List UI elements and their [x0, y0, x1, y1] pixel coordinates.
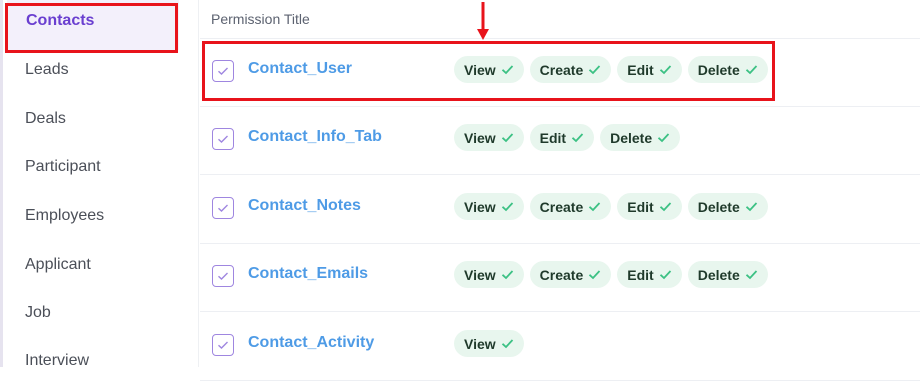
sidebar-item-employees[interactable]: Employees: [25, 207, 104, 225]
permission-chip-edit[interactable]: Edit: [617, 261, 682, 288]
sidebar-nav: Contacts Leads Deals Participant Employe…: [0, 0, 190, 370]
permission-chip-create[interactable]: Create: [529, 193, 612, 220]
permission-chips: View Create Edit Delete: [454, 261, 768, 288]
permission-chip-delete[interactable]: Delete: [687, 193, 768, 220]
permission-name[interactable]: Contact_Activity: [248, 334, 374, 352]
sidebar-item-contacts[interactable]: Contacts: [7, 0, 179, 50]
sidebar-item-deals[interactable]: Deals: [25, 110, 66, 128]
check-icon: [501, 64, 514, 75]
check-icon: [745, 64, 758, 75]
permission-chip-create[interactable]: Create: [529, 261, 612, 288]
check-square-icon[interactable]: [212, 128, 234, 150]
permission-name[interactable]: Contact_User: [248, 60, 352, 78]
permission-chip-edit[interactable]: Edit: [529, 124, 595, 151]
check-icon: [501, 269, 514, 280]
check-icon: [588, 201, 601, 212]
sidebar-item-applicant[interactable]: Applicant: [25, 256, 91, 274]
check-icon: [588, 269, 601, 280]
chip-label: View: [464, 335, 496, 352]
permission-row: Contact_User View Create Edit Delete: [200, 39, 920, 107]
check-icon: [657, 132, 670, 143]
check-icon: [501, 132, 514, 143]
chip-label: Delete: [610, 129, 653, 146]
permission-chips: View: [454, 330, 524, 357]
permission-chip-view[interactable]: View: [454, 261, 524, 288]
check-square-icon[interactable]: [212, 197, 234, 219]
arrow-down-icon: [477, 2, 489, 40]
chip-label: View: [464, 198, 496, 215]
sidebar-item-job[interactable]: Job: [25, 304, 51, 322]
sidebar-divider: [198, 0, 199, 367]
chip-label: Edit: [627, 266, 654, 283]
check-icon: [659, 201, 672, 212]
check-icon: [745, 269, 758, 280]
check-square-icon[interactable]: [212, 265, 234, 287]
chip-label: Delete: [697, 198, 740, 215]
chip-label: Create: [539, 198, 584, 215]
permission-chip-delete[interactable]: Delete: [687, 56, 768, 83]
row-divider: [200, 311, 920, 312]
permission-chip-view[interactable]: View: [454, 56, 524, 83]
permission-name[interactable]: Contact_Info_Tab: [248, 128, 382, 146]
permission-chips: View Create Edit Delete: [454, 56, 768, 83]
check-square-icon[interactable]: [212, 60, 234, 82]
chip-label: Create: [539, 266, 584, 283]
permission-title-header: Permission Title: [211, 11, 310, 27]
chip-label: View: [464, 61, 496, 78]
check-icon: [588, 64, 601, 75]
permission-chips: View Create Edit Delete: [454, 193, 768, 220]
permission-chip-delete[interactable]: Delete: [687, 261, 768, 288]
row-divider: [200, 174, 920, 175]
chip-label: Delete: [697, 61, 740, 78]
permission-chip-edit[interactable]: Edit: [617, 56, 682, 83]
sidebar-item-participant[interactable]: Participant: [25, 158, 101, 176]
sidebar-item-leads[interactable]: Leads: [25, 61, 69, 79]
permission-row: Contact_Notes View Create Edit Delete: [200, 176, 920, 244]
permission-chip-create[interactable]: Create: [529, 56, 612, 83]
permission-chip-view[interactable]: View: [454, 124, 524, 151]
check-square-icon[interactable]: [212, 334, 234, 356]
check-icon: [571, 132, 584, 143]
chip-label: Edit: [539, 129, 567, 146]
sidebar-item-interview[interactable]: Interview: [25, 352, 89, 370]
check-icon: [659, 64, 672, 75]
chip-label: View: [464, 266, 496, 283]
permission-chip-delete[interactable]: Delete: [600, 124, 681, 151]
check-icon: [659, 269, 672, 280]
chip-label: View: [464, 129, 496, 146]
check-icon: [501, 201, 514, 212]
chip-label: Edit: [627, 198, 654, 215]
permission-row: Contact_Info_Tab View Edit Delete: [200, 107, 920, 175]
chip-label: Create: [539, 61, 584, 78]
permission-name[interactable]: Contact_Emails: [248, 265, 368, 283]
permission-chip-edit[interactable]: Edit: [617, 193, 682, 220]
check-icon: [501, 338, 514, 349]
permission-row: Contact_Emails View Create Edit Delete: [200, 244, 920, 312]
chip-label: Delete: [697, 266, 740, 283]
permission-chip-view[interactable]: View: [454, 193, 524, 220]
permission-name[interactable]: Contact_Notes: [248, 197, 361, 215]
permission-chip-view[interactable]: View: [454, 330, 524, 357]
chip-label: Edit: [627, 61, 654, 78]
check-icon: [745, 201, 758, 212]
permission-chips: View Edit Delete: [454, 124, 681, 151]
permission-row: Contact_Activity View: [200, 313, 920, 381]
